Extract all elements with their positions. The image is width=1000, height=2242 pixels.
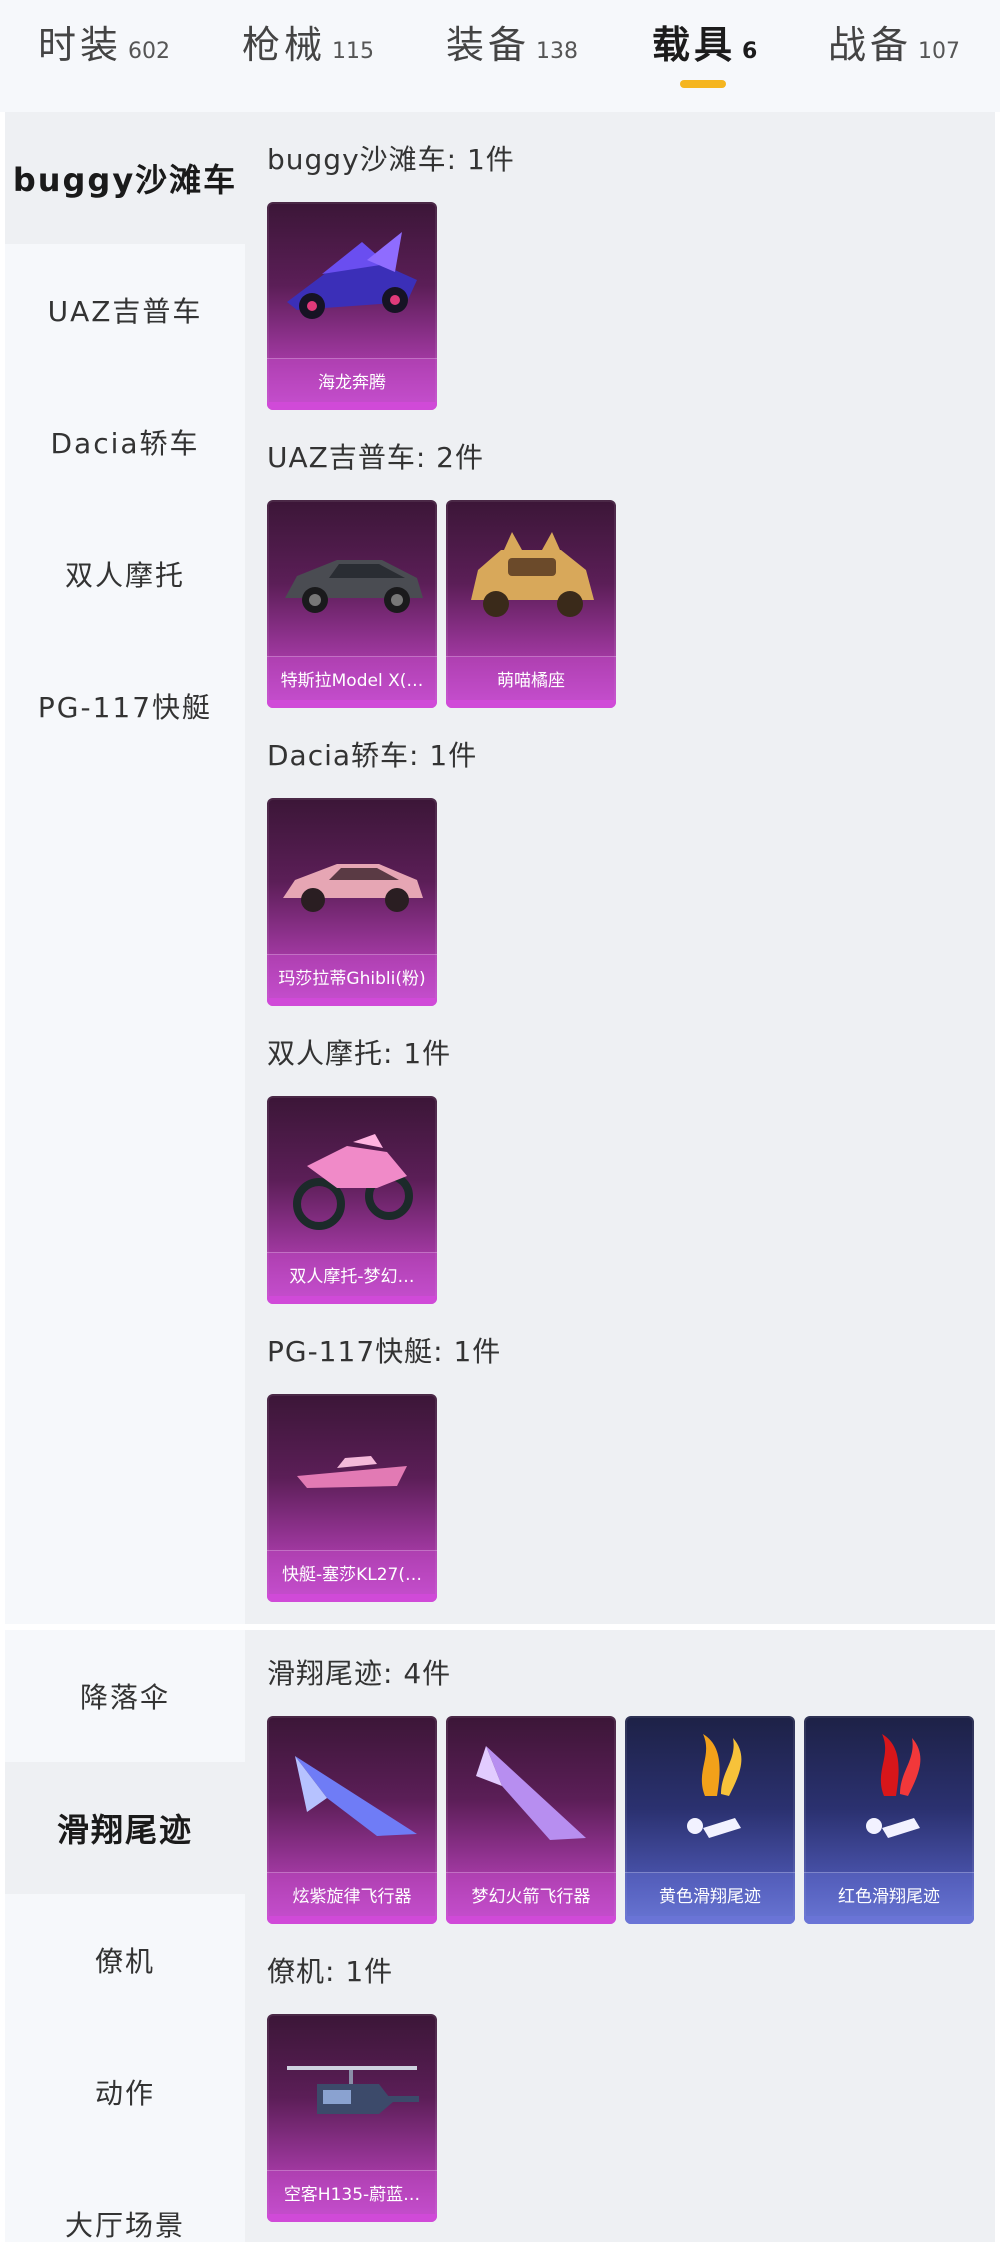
item-card[interactable]: 红色滑翔尾迹 <box>804 1716 974 1924</box>
active-tab-indicator <box>680 80 726 88</box>
rarity-bar <box>267 700 437 708</box>
category-title-dacia: Dacia轿车: 1件 <box>267 739 478 772</box>
cat-car-icon <box>471 532 594 617</box>
item-card[interactable]: 海龙奔腾 <box>267 202 437 410</box>
tab-fashion[interactable]: 时装 602 <box>38 14 170 69</box>
sidebar-item-buggy[interactable]: buggy沙滩车 <box>5 112 245 244</box>
item-card[interactable]: 玛莎拉蒂Ghibli(粉) <box>267 798 437 1006</box>
item-card[interactable]: 萌喵橘座 <box>446 500 616 708</box>
yellow-smoke-trail-icon <box>687 1734 742 1838</box>
tab-label: 装备 <box>446 23 531 67</box>
rarity-bar <box>267 998 437 1006</box>
tab-guns[interactable]: 枪械 115 <box>242 14 374 69</box>
rarity-bar <box>446 1916 616 1924</box>
vehicles-sidebar: buggy沙滩车 UAZ吉普车 Dacia轿车 双人摩托 PG-117快艇 <box>5 112 245 1624</box>
sidebar-item-uaz[interactable]: UAZ吉普车 <box>5 244 245 376</box>
tab-count: 107 <box>918 39 961 64</box>
sidebar-item-parachute[interactable]: 降落伞 <box>5 1630 245 1762</box>
item-name: 快艇-塞莎KL27(… <box>267 1550 437 1594</box>
tab-count: 6 <box>742 39 758 64</box>
item-card[interactable]: 炫紫旋律飞行器 <box>267 1716 437 1924</box>
category-title-glide-trail: 滑翔尾迹: 4件 <box>267 1657 452 1690</box>
tab-vehicles[interactable]: 载具 6 <box>652 14 757 69</box>
item-card[interactable]: 梦幻火箭飞行器 <box>446 1716 616 1924</box>
item-name: 梦幻火箭飞行器 <box>446 1872 616 1916</box>
category-tab-bar: 时装 602 枪械 115 装备 138 载具 6 战备 107 <box>0 0 1000 112</box>
item-name: 萌喵橘座 <box>446 656 616 700</box>
item-name: 双人摩托-梦幻… <box>267 1252 437 1296</box>
speedboat-icon <box>297 1456 407 1488</box>
sidebar-item-emote[interactable]: 动作 <box>5 2026 245 2158</box>
item-name: 特斯拉Model X(… <box>267 656 437 700</box>
sidebar-item-boat[interactable]: PG-117快艇 <box>5 640 245 772</box>
suv-car-icon <box>285 560 423 613</box>
item-name: 黄色滑翔尾迹 <box>625 1872 795 1916</box>
tab-equipment[interactable]: 装备 138 <box>446 14 578 69</box>
buggy-car-icon <box>287 232 417 319</box>
gear-content: 滑翔尾迹: 4件 炫紫旋律飞行器 梦幻火箭飞行器 黄色滑翔尾迹 红色滑翔尾迹 僚… <box>245 1630 995 2242</box>
item-card[interactable]: 空客H135-蔚蓝… <box>267 2014 437 2222</box>
vehicles-content: buggy沙滩车: 1件 海龙奔腾 UAZ吉普车: 2件 特斯拉Model X(… <box>245 112 995 1624</box>
rarity-bar <box>446 700 616 708</box>
tab-count: 115 <box>332 39 375 64</box>
sidebar-item-lobby-scene[interactable]: 大厅场景 <box>5 2158 245 2242</box>
item-name: 空客H135-蔚蓝… <box>267 2170 437 2214</box>
sedan-car-icon <box>283 864 423 912</box>
rarity-bar <box>804 1916 974 1924</box>
tab-battle-gear[interactable]: 战备 107 <box>828 14 960 69</box>
rocket-glider-icon <box>476 1746 586 1840</box>
vehicles-panel: buggy沙滩车 UAZ吉普车 Dacia轿车 双人摩托 PG-117快艇 bu… <box>5 112 995 1624</box>
category-title-motorcycle: 双人摩托: 1件 <box>267 1037 452 1070</box>
tab-label: 枪械 <box>242 23 327 67</box>
tab-count: 138 <box>536 39 579 64</box>
item-card[interactable]: 黄色滑翔尾迹 <box>625 1716 795 1924</box>
gear-panel: 降落伞 滑翔尾迹 僚机 动作 大厅场景 滑翔尾迹: 4件 炫紫旋律飞行器 梦幻火… <box>5 1630 995 2242</box>
category-title-uaz: UAZ吉普车: 2件 <box>267 441 484 474</box>
tab-label: 载具 <box>652 23 737 67</box>
rarity-bar <box>267 2214 437 2222</box>
item-card[interactable]: 特斯拉Model X(… <box>267 500 437 708</box>
tab-label: 战备 <box>828 23 913 67</box>
category-title-boat: PG-117快艇: 1件 <box>267 1335 502 1368</box>
item-card[interactable]: 双人摩托-梦幻… <box>267 1096 437 1304</box>
item-card[interactable]: 快艇-塞莎KL27(… <box>267 1394 437 1602</box>
item-name: 炫紫旋律飞行器 <box>267 1872 437 1916</box>
rarity-bar <box>625 1916 795 1924</box>
gear-sidebar: 降落伞 滑翔尾迹 僚机 动作 大厅场景 <box>5 1630 245 2242</box>
item-name: 玛莎拉蒂Ghibli(粉) <box>267 954 437 998</box>
red-smoke-trail-icon <box>866 1734 921 1838</box>
rarity-bar <box>267 1594 437 1602</box>
item-name: 红色滑翔尾迹 <box>804 1872 974 1916</box>
sidebar-item-wingman[interactable]: 僚机 <box>5 1894 245 2026</box>
tab-label: 时装 <box>38 23 123 67</box>
item-name: 海龙奔腾 <box>267 358 437 402</box>
rarity-bar <box>267 1916 437 1924</box>
glider-icon <box>295 1756 417 1836</box>
motorcycle-icon <box>293 1134 413 1230</box>
helicopter-icon <box>287 2066 419 2114</box>
sidebar-item-glide-trail[interactable]: 滑翔尾迹 <box>5 1762 245 1894</box>
rarity-bar <box>267 1296 437 1304</box>
category-title-wingman: 僚机: 1件 <box>267 1955 394 1988</box>
tab-count: 602 <box>128 39 171 64</box>
sidebar-item-dacia[interactable]: Dacia轿车 <box>5 376 245 508</box>
sidebar-item-motorcycle[interactable]: 双人摩托 <box>5 508 245 640</box>
rarity-bar <box>267 402 437 410</box>
category-title-buggy: buggy沙滩车: 1件 <box>267 143 515 176</box>
